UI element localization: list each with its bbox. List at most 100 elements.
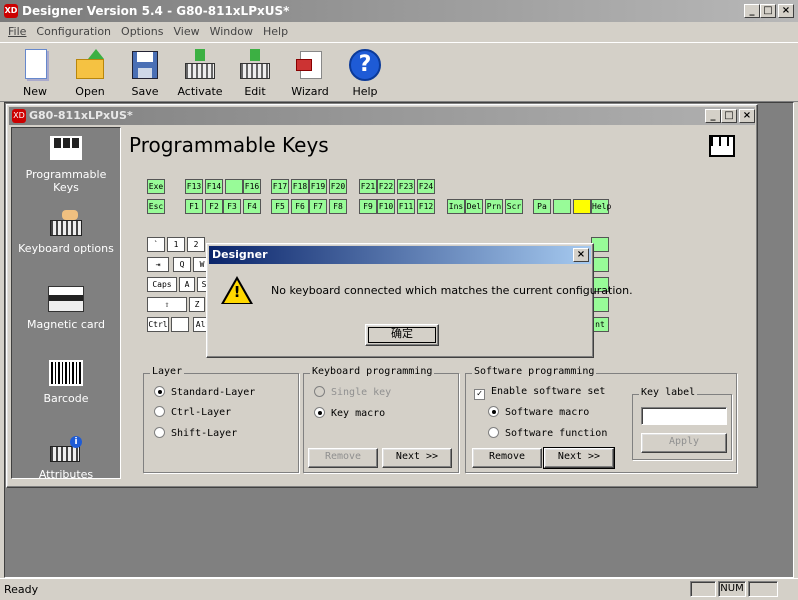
programmable-key[interactable]: F19: [309, 179, 327, 194]
programmable-key[interactable]: F3: [223, 199, 241, 214]
programmable-key[interactable]: Ins: [447, 199, 465, 214]
toolbar-new[interactable]: New: [10, 49, 60, 98]
maximize-button[interactable]: □: [760, 4, 776, 18]
save-disk-icon: [129, 49, 161, 81]
toolbar-open[interactable]: Open: [65, 49, 115, 98]
radio-software-function[interactable]: Software function: [488, 427, 607, 439]
keyboard-remove-button[interactable]: Remove: [308, 448, 378, 468]
programmable-key[interactable]: 1: [167, 237, 185, 252]
menu-view[interactable]: View: [169, 25, 205, 38]
programmable-key[interactable]: [553, 199, 571, 214]
sidebar-item-barcode[interactable]: Barcode: [16, 360, 116, 405]
programmable-key[interactable]: F6: [291, 199, 309, 214]
programmable-key[interactable]: [171, 317, 189, 332]
programmable-key[interactable]: Prn: [485, 199, 503, 214]
programmable-key[interactable]: F11: [397, 199, 415, 214]
toolbar: New Open Save Activate Edit Wizard ? Hel…: [0, 42, 798, 102]
programmable-key[interactable]: Pa: [533, 199, 551, 214]
programmable-key[interactable]: F12: [417, 199, 435, 214]
toolbar-help[interactable]: ? Help: [340, 49, 390, 98]
sidebar-item-programmable-keys[interactable]: Programmable Keys: [16, 136, 116, 194]
software-remove-button[interactable]: Remove: [472, 448, 542, 468]
programmable-key[interactable]: Z: [189, 297, 205, 312]
programmable-key[interactable]: Exe: [147, 179, 165, 194]
child-minimize-button[interactable]: _: [705, 109, 721, 123]
sidebar-item-attributes[interactable]: i Attributes: [16, 436, 116, 478]
menu-file[interactable]: File: [4, 25, 32, 38]
sidebar-item-magnetic-card[interactable]: Magnetic card: [16, 286, 116, 331]
toolbar-activate-label: Activate: [177, 85, 223, 98]
sidebar-item-label: Programmable Keys: [25, 168, 107, 194]
radio-key-macro[interactable]: Key macro: [314, 407, 385, 419]
keyboard-edit-icon: [239, 49, 271, 81]
programmable-key[interactable]: F5: [271, 199, 289, 214]
toolbar-save[interactable]: Save: [120, 49, 170, 98]
menu-configuration[interactable]: Configuration: [32, 25, 117, 38]
programmable-key[interactable]: [225, 179, 243, 194]
radio-indicator: [154, 386, 165, 397]
programmable-key[interactable]: Caps: [147, 277, 177, 292]
programmable-key[interactable]: F14: [205, 179, 223, 194]
menu-help[interactable]: Help: [259, 25, 294, 38]
programmable-key[interactable]: F17: [271, 179, 289, 194]
programmable-key[interactable]: F24: [417, 179, 435, 194]
sidebar-item-keyboard-options[interactable]: Keyboard options: [16, 210, 116, 255]
ok-button[interactable]: 确定: [365, 324, 439, 346]
programmable-key[interactable]: F2: [205, 199, 223, 214]
dialog-close-button[interactable]: ×: [573, 248, 589, 262]
programmable-key[interactable]: Esc: [147, 199, 165, 214]
programmable-key[interactable]: Q: [173, 257, 191, 272]
software-programming-group: Software programming ✓ Enable software se…: [465, 366, 737, 473]
programmable-key[interactable]: F13: [185, 179, 203, 194]
menu-options[interactable]: Options: [117, 25, 169, 38]
toolbar-new-label: New: [23, 85, 47, 98]
key-label-input[interactable]: [641, 407, 727, 425]
apply-button[interactable]: Apply: [641, 433, 727, 453]
child-maximize-button[interactable]: □: [721, 109, 737, 123]
toolbar-open-label: Open: [75, 85, 105, 98]
programmable-key[interactable]: F7: [309, 199, 327, 214]
close-button[interactable]: ×: [778, 4, 794, 18]
programmable-key[interactable]: Help: [591, 199, 611, 214]
child-close-button[interactable]: ×: [739, 109, 755, 123]
toolbar-edit[interactable]: Edit: [230, 49, 280, 98]
wizard-icon: [294, 49, 326, 81]
radio-software-macro[interactable]: Software macro: [488, 406, 589, 418]
programmable-key[interactable]: ⇥: [147, 257, 169, 272]
keyboard-activate-icon: [184, 49, 216, 81]
programmable-key[interactable]: F21: [359, 179, 377, 194]
programmable-key[interactable]: F16: [243, 179, 261, 194]
sidebar: Programmable Keys Keyboard options Magne…: [11, 127, 121, 479]
programmable-key[interactable]: A: [179, 277, 195, 292]
toolbar-wizard[interactable]: Wizard: [285, 49, 335, 98]
radio-single-key[interactable]: Single key: [314, 386, 391, 398]
radio-standard-layer[interactable]: Standard-Layer: [154, 386, 255, 398]
keyboard-next-button[interactable]: Next >>: [382, 448, 452, 468]
radio-shift-layer[interactable]: Shift-Layer: [154, 427, 237, 439]
software-next-button[interactable]: Next >>: [543, 447, 615, 469]
programmable-key[interactable]: F1: [185, 199, 203, 214]
programmable-key[interactable]: F23: [397, 179, 415, 194]
radio-ctrl-layer[interactable]: Ctrl-Layer: [154, 406, 231, 418]
programmable-key[interactable]: F8: [329, 199, 347, 214]
programmable-key[interactable]: F4: [243, 199, 261, 214]
programmable-key[interactable]: F20: [329, 179, 347, 194]
programmable-key[interactable]: Del: [465, 199, 483, 214]
radio-indicator: [154, 427, 165, 438]
programmable-key[interactable]: F9: [359, 199, 377, 214]
programmable-key[interactable]: [573, 199, 591, 214]
minimize-button[interactable]: _: [744, 4, 760, 18]
menu-window[interactable]: Window: [206, 25, 259, 38]
toolbar-activate[interactable]: Activate: [175, 49, 225, 98]
checkbox-enable-software[interactable]: ✓ Enable software set: [474, 386, 605, 400]
designer-dialog: Designer × ! No keyboard connected which…: [206, 243, 633, 358]
programmable-key[interactable]: Scr: [505, 199, 523, 214]
programmable-key[interactable]: ⇧: [147, 297, 187, 312]
programmable-key[interactable]: `: [147, 237, 165, 252]
programmable-key[interactable]: 2: [187, 237, 205, 252]
programmable-key[interactable]: Ctrl: [147, 317, 169, 332]
programmable-key[interactable]: F22: [377, 179, 395, 194]
programmable-key[interactable]: F18: [291, 179, 309, 194]
keyboard-programming-title: Keyboard programming: [310, 366, 435, 377]
programmable-key[interactable]: F10: [377, 199, 395, 214]
